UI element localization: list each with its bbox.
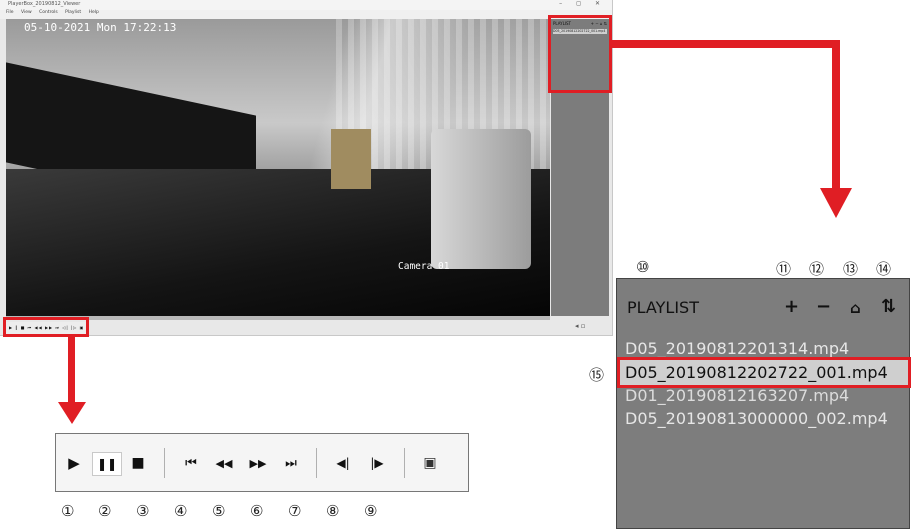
- callout-8: ⑧: [326, 502, 340, 520]
- window-buttons[interactable]: – ◻ ✕: [559, 0, 606, 7]
- video-scene-phone: [431, 129, 531, 269]
- add-icon[interactable]: +: [784, 296, 799, 317]
- menu-view[interactable]: View: [21, 10, 32, 15]
- playlist-item[interactable]: D01_20190812163207.mp4: [625, 386, 849, 405]
- separator: [164, 448, 165, 478]
- callout-2: ②: [98, 502, 112, 520]
- video-display[interactable]: [6, 19, 550, 316]
- osd-datetime: 05-10-2021 Mon 17:22:13: [24, 21, 177, 34]
- controls-highlight-box: [3, 317, 89, 337]
- callout-4: ④: [174, 502, 188, 520]
- callout-6: ⑥: [250, 502, 264, 520]
- callout-13: ⑬: [843, 260, 859, 278]
- separator: [316, 448, 317, 478]
- playlist-item[interactable]: D05_20190812201314.mp4: [625, 339, 849, 358]
- menu-file[interactable]: File: [6, 10, 14, 15]
- pause-button[interactable]: ❚❚: [92, 452, 122, 476]
- callout-14: ⑭: [876, 260, 892, 278]
- video-scene-box: [331, 129, 371, 189]
- callout-10: ⑩: [636, 258, 650, 276]
- arrow-down-shaft-2: [832, 40, 840, 190]
- selected-item-highlight-box: [617, 357, 911, 388]
- callout-11: ⑪: [776, 260, 792, 278]
- menu-playlist[interactable]: Playlist: [65, 10, 81, 15]
- remove-icon[interactable]: −: [816, 296, 831, 317]
- control-bar: ▶ ❚❚ ■ ⏮ ◀◀ ▶▶ ⏭ ◀| |▶ ▣: [55, 433, 469, 492]
- frame-forward-button[interactable]: |▶: [365, 452, 389, 474]
- osd-camera-label: Camera 01: [398, 261, 450, 272]
- menu-bar: File View Controls Playlist Help: [0, 10, 612, 19]
- sort-icon[interactable]: ⇅: [881, 296, 896, 317]
- callout-12: ⑫: [809, 260, 825, 278]
- frame-back-button[interactable]: ◀|: [331, 452, 355, 474]
- title-bar: PlayerBox_20190812_Viewer – ◻ ✕: [0, 0, 612, 10]
- arrow-right-shaft: [612, 40, 840, 48]
- fast-forward-button[interactable]: ▶▶: [246, 452, 270, 474]
- playlist-title: PLAYLIST: [627, 298, 699, 317]
- callout-7: ⑦: [288, 502, 302, 520]
- separator: [404, 448, 405, 478]
- menu-controls[interactable]: Controls: [39, 10, 58, 15]
- arrow-down-head: [58, 402, 86, 424]
- callout-3: ③: [136, 502, 150, 520]
- rewind-button[interactable]: ◀◀: [212, 452, 236, 474]
- menu-help[interactable]: Help: [89, 10, 99, 15]
- playlist-item[interactable]: D05_20190813000000_002.mp4: [625, 409, 888, 428]
- next-button[interactable]: ⏭: [280, 452, 302, 474]
- callout-15: ⑮: [589, 366, 605, 384]
- playlist-panel: PLAYLIST + − ⌂ ⇅ D05_20190812201314.mp4 …: [616, 278, 910, 529]
- callout-9: ⑨: [364, 502, 378, 520]
- clear-icon[interactable]: ⌂: [850, 299, 861, 317]
- arrow-down-shaft: [68, 337, 75, 405]
- playlist-highlight-box: [548, 15, 612, 93]
- window-title: PlayerBox_20190812_Viewer: [8, 1, 81, 7]
- arrow-down-head-2: [820, 188, 852, 218]
- player-window: PlayerBox_20190812_Viewer – ◻ ✕ File Vie…: [0, 0, 613, 336]
- callout-5: ⑤: [212, 502, 226, 520]
- play-button[interactable]: ▶: [64, 452, 84, 474]
- previous-button[interactable]: ⏮: [180, 452, 202, 474]
- callout-1: ①: [61, 502, 75, 520]
- volume-icon[interactable]: ◂ ▫: [575, 322, 585, 330]
- snapshot-icon[interactable]: ▣: [418, 452, 442, 474]
- stop-button[interactable]: ■: [128, 452, 148, 474]
